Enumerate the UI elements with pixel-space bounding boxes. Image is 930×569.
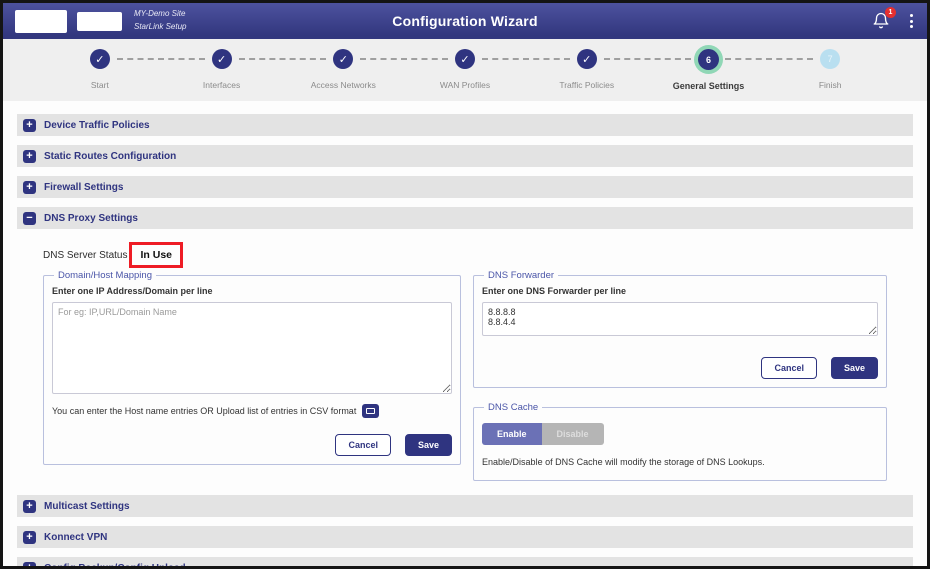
stepper-step-access-networks[interactable]: ✓ Access Networks: [282, 39, 404, 101]
step-label: Finish: [819, 80, 842, 90]
csv-upload-button[interactable]: [362, 404, 379, 418]
dns-cache-note: Enable/Disable of DNS Cache will modify …: [482, 457, 878, 467]
upload-icon: [366, 408, 375, 414]
accordion-label: Multicast Settings: [44, 501, 130, 512]
site-info: MY-Demo Site StarLink Setup: [134, 8, 186, 34]
accordion-label: Konnect VPN: [44, 532, 107, 543]
step-number: 7: [820, 49, 840, 69]
site-name: MY-Demo Site: [134, 8, 186, 21]
check-glyph: ✓: [217, 53, 226, 66]
main-content: + Device Traffic Policies + Static Route…: [3, 101, 927, 569]
dns-forwarder-fieldset: DNS Forwarder Enter one DNS Forwarder pe…: [473, 270, 887, 388]
accordion-label: Config Backup/Config Upload: [44, 563, 186, 569]
ip-domain-input-label: Enter one IP Address/Domain per line: [52, 286, 452, 296]
dns-cache-toggle: Enable Disable: [482, 423, 604, 445]
dns-forwarder-input-label: Enter one DNS Forwarder per line: [482, 286, 878, 296]
check-glyph: ✓: [339, 53, 348, 66]
accordion-static-routes-configuration[interactable]: + Static Routes Configuration: [17, 145, 913, 167]
logo-placeholder-2: [77, 12, 122, 31]
csv-upload-note: You can enter the Host name entries OR U…: [52, 406, 356, 416]
accordion-config-backup-upload[interactable]: + Config Backup/Config Upload: [17, 557, 913, 569]
kebab-menu-icon[interactable]: [908, 12, 915, 30]
dns-server-status-label: DNS Server Status: [43, 250, 127, 261]
step-check-icon: ✓: [333, 49, 353, 69]
step-label: WAN Profiles: [440, 80, 490, 90]
step-label: Interfaces: [203, 80, 240, 90]
check-glyph: ✓: [460, 53, 469, 66]
notifications-button[interactable]: 1: [872, 12, 890, 30]
step-number: 6: [698, 49, 719, 70]
domain-mapping-cancel-button[interactable]: Cancel: [335, 434, 391, 456]
domain-host-mapping-fieldset: Domain/Host Mapping Enter one IP Address…: [43, 270, 461, 465]
stepper-step-interfaces[interactable]: ✓ Interfaces: [161, 39, 283, 101]
accordion-multicast-settings[interactable]: + Multicast Settings: [17, 495, 913, 517]
dns-server-status-value-highlighted: In Use: [129, 242, 183, 268]
expand-plus-icon[interactable]: +: [23, 562, 36, 569]
accordion-device-traffic-policies[interactable]: + Device Traffic Policies: [17, 114, 913, 136]
stepper-step-wan-profiles[interactable]: ✓ WAN Profiles: [404, 39, 526, 101]
stepper-step-finish[interactable]: 7 Finish: [769, 39, 891, 101]
notification-badge: 1: [885, 7, 896, 18]
expand-plus-icon[interactable]: +: [23, 531, 36, 544]
top-header: MY-Demo Site StarLink Setup Configuratio…: [3, 3, 927, 39]
logo-placeholder-1: [15, 10, 67, 33]
dns-forwarder-save-button[interactable]: Save: [831, 357, 878, 379]
expand-plus-icon[interactable]: +: [23, 119, 36, 132]
check-glyph: ✓: [582, 53, 591, 66]
dns-cache-enable-button[interactable]: Enable: [482, 423, 542, 445]
domain-host-mapping-legend: Domain/Host Mapping: [54, 270, 156, 281]
domain-host-mapping-textarea[interactable]: [52, 302, 452, 394]
accordion-konnect-vpn[interactable]: + Konnect VPN: [17, 526, 913, 548]
accordion-label: DNS Proxy Settings: [44, 213, 138, 224]
expand-plus-icon[interactable]: +: [23, 181, 36, 194]
header-actions: 1: [872, 12, 915, 30]
dns-cache-disable-button[interactable]: Disable: [542, 423, 604, 445]
dns-forwarder-legend: DNS Forwarder: [484, 270, 558, 281]
accordion-firewall-settings[interactable]: + Firewall Settings: [17, 176, 913, 198]
step-label: Traffic Policies: [559, 80, 614, 90]
collapse-minus-icon[interactable]: −: [23, 212, 36, 225]
wizard-stepper: ✓ Start ✓ Interfaces ✓ Access Networks ✓…: [3, 39, 927, 101]
step-check-icon: ✓: [577, 49, 597, 69]
accordion-label: Device Traffic Policies: [44, 120, 150, 131]
dns-server-status-row: DNS Server Status In Use: [43, 242, 887, 268]
stepper-step-general-settings[interactable]: 6 General Settings: [648, 39, 770, 101]
dns-proxy-panel: DNS Server Status In Use Domain/Host Map…: [17, 238, 913, 495]
stepper-step-traffic-policies[interactable]: ✓ Traffic Policies: [526, 39, 648, 101]
accordion-label: Static Routes Configuration: [44, 151, 176, 162]
step-label: Access Networks: [311, 80, 376, 90]
app-window: MY-Demo Site StarLink Setup Configuratio…: [0, 0, 930, 569]
accordion-dns-proxy-settings[interactable]: − DNS Proxy Settings: [17, 207, 913, 229]
dns-forwarder-cancel-button[interactable]: Cancel: [761, 357, 817, 379]
csv-upload-note-row: You can enter the Host name entries OR U…: [52, 404, 452, 418]
domain-mapping-save-button[interactable]: Save: [405, 434, 452, 456]
check-glyph: ✓: [95, 53, 104, 66]
dns-proxy-settings-section: − DNS Proxy Settings DNS Server Status I…: [17, 207, 913, 495]
step-label: General Settings: [673, 81, 745, 91]
accordion-label: Firewall Settings: [44, 182, 123, 193]
expand-plus-icon[interactable]: +: [23, 500, 36, 513]
dns-cache-fieldset: DNS Cache Enable Disable Enable/Disable …: [473, 402, 887, 481]
dns-cache-legend: DNS Cache: [484, 402, 542, 413]
step-label: Start: [91, 80, 109, 90]
stepper-step-start[interactable]: ✓ Start: [39, 39, 161, 101]
site-setup-name: StarLink Setup: [134, 21, 186, 34]
expand-plus-icon[interactable]: +: [23, 150, 36, 163]
step-check-icon: ✓: [455, 49, 475, 69]
step-check-icon: ✓: [90, 49, 110, 69]
dns-forwarder-textarea[interactable]: 8.8.8.8 8.8.4.4: [482, 302, 878, 336]
step-check-icon: ✓: [212, 49, 232, 69]
